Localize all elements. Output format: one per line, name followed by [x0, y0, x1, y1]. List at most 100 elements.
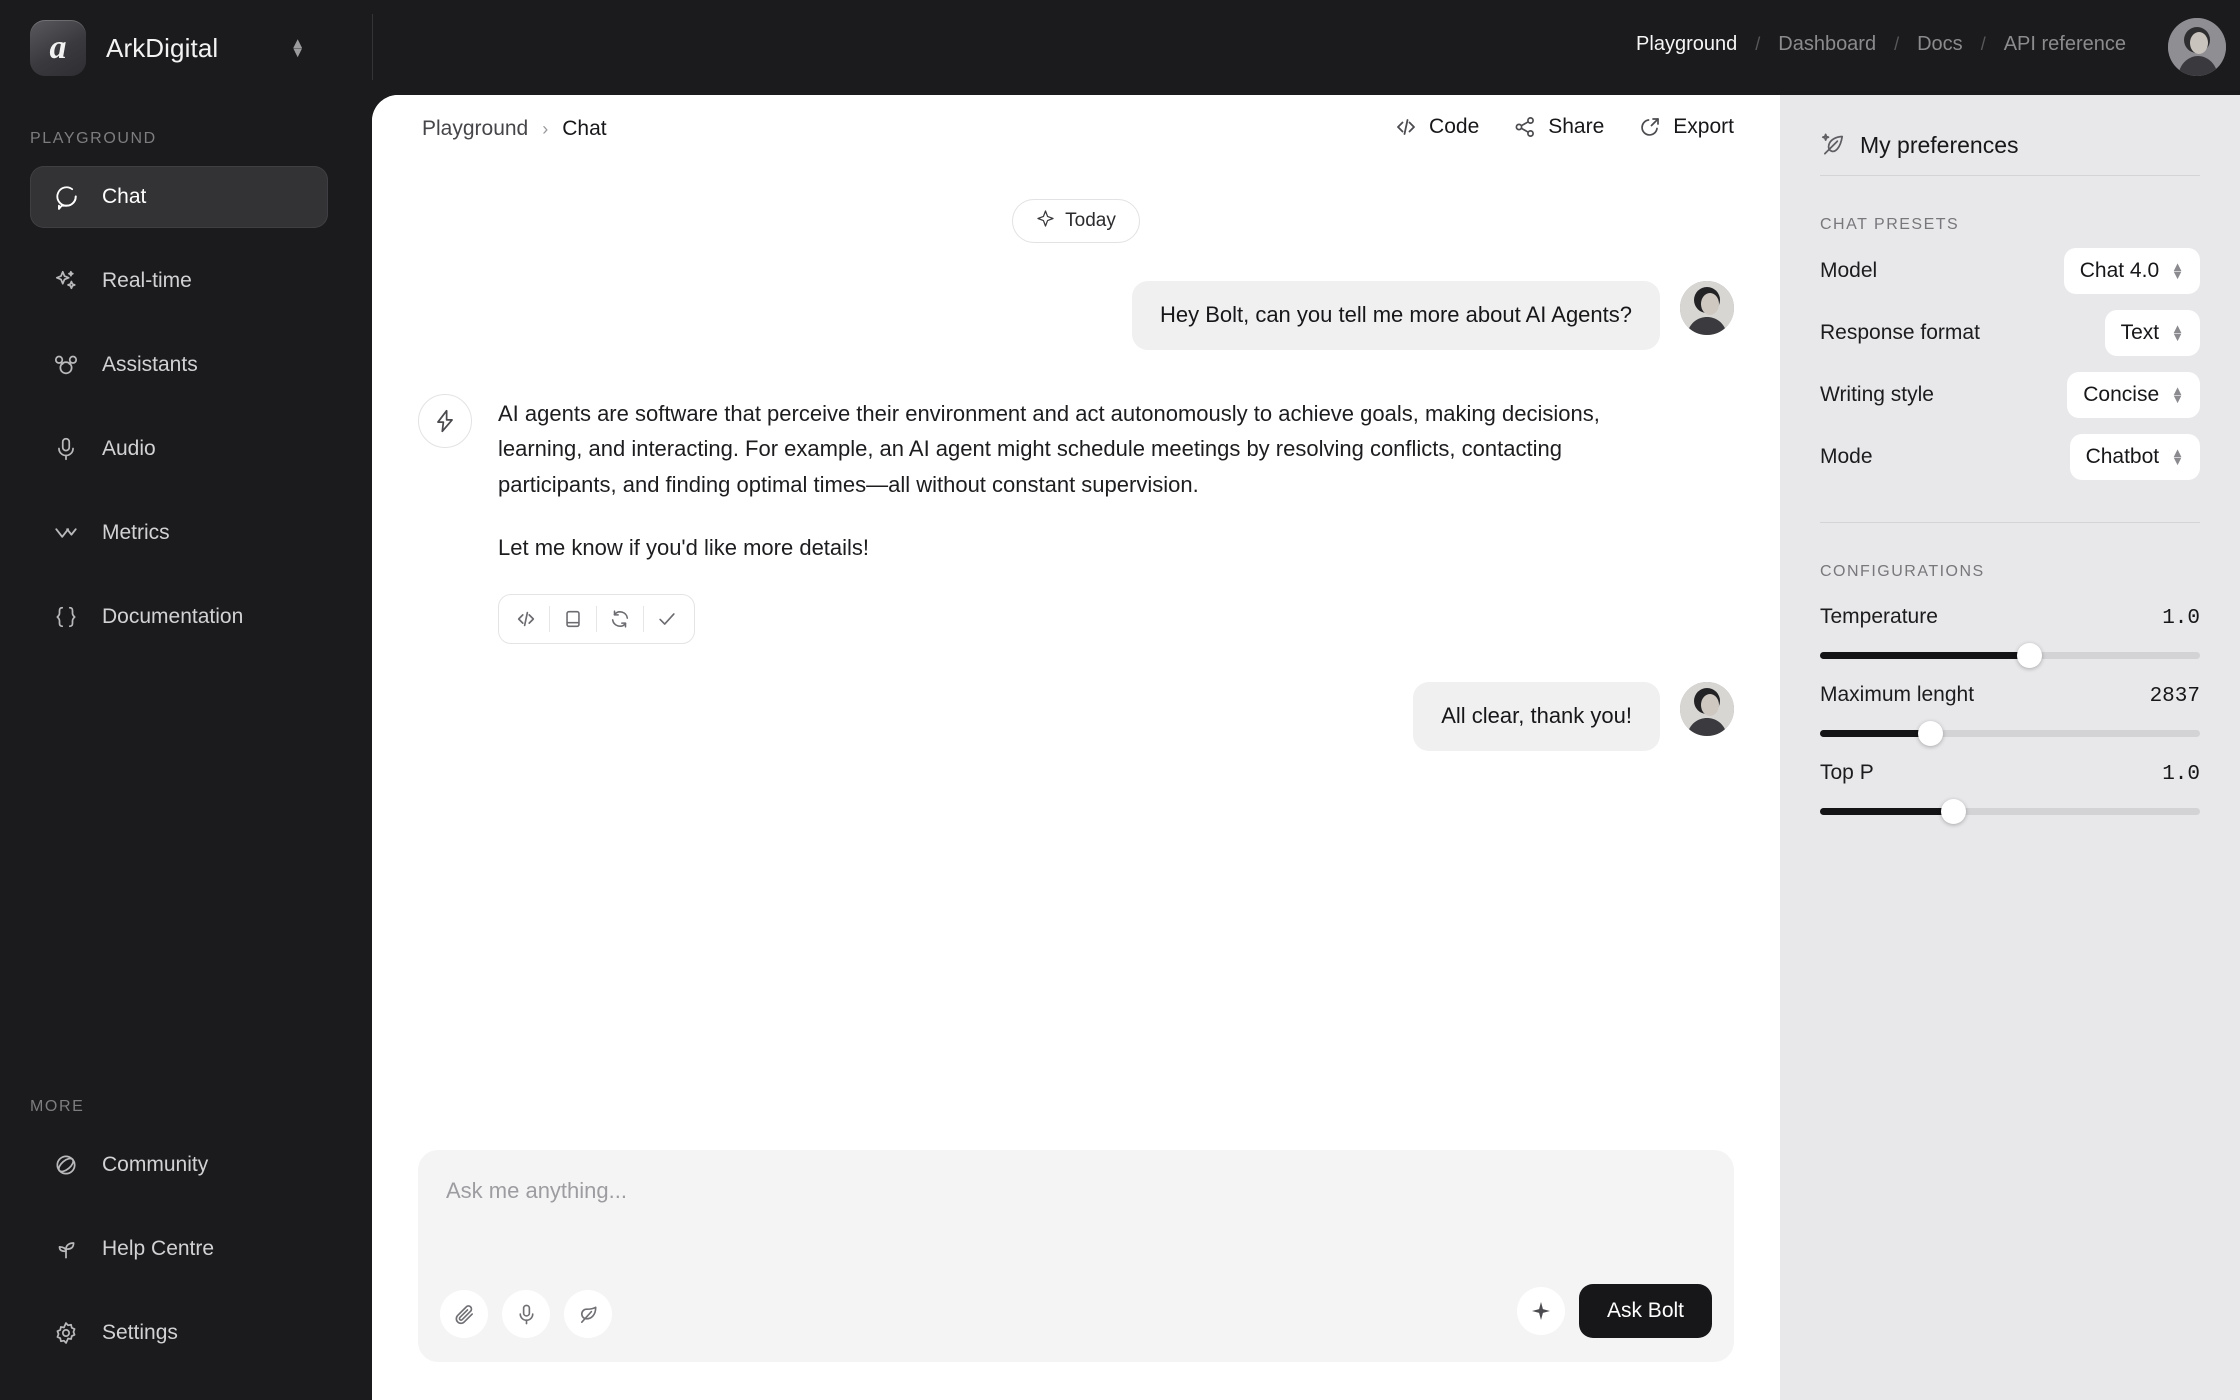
- sidebar-item-real-time[interactable]: Real-time: [30, 250, 328, 312]
- top-bar: a ArkDigital ▲ ▼ Playground / Dashboard /…: [0, 0, 2240, 96]
- preset-row-model: Model Chat 4.0 ▲ ▼: [1820, 240, 2200, 302]
- preset-label: Response format: [1820, 321, 1980, 344]
- sidebar-item-assistants[interactable]: Assistants: [30, 334, 328, 396]
- composer[interactable]: Ask me anything... Ask Bolt: [418, 1150, 1734, 1362]
- slider-knob[interactable]: [2017, 643, 2042, 668]
- chat-column: Playground › Chat Code Share Export Toda…: [372, 95, 1780, 1400]
- ask-bolt-button[interactable]: Ask Bolt: [1578, 1284, 1712, 1338]
- chevron-updown-icon[interactable]: ▲ ▼: [290, 35, 305, 60]
- slider-header: Temperature 1.0: [1820, 605, 2200, 630]
- model-select[interactable]: Chat 4.0 ▲ ▼: [2063, 248, 2200, 294]
- topbar-divider: [372, 14, 373, 80]
- breadcrumb-separator: ›: [542, 118, 549, 139]
- avatar[interactable]: [1680, 281, 1734, 335]
- assistant-paragraph-1: AI agents are software that perceive the…: [498, 400, 1600, 497]
- sidebar-item-audio[interactable]: Audio: [30, 418, 328, 480]
- regenerate-icon[interactable]: [597, 595, 643, 643]
- breadcrumb: Playground › Chat: [422, 117, 607, 141]
- top-nav: Playground / Dashboard / Docs / API refe…: [1618, 33, 2144, 56]
- composer-placeholder: Ask me anything...: [446, 1178, 627, 1203]
- divider: [1820, 175, 2200, 176]
- copy-icon[interactable]: [550, 595, 596, 643]
- day-divider-chip: Today: [1012, 199, 1140, 243]
- writing-style-select[interactable]: Concise ▲ ▼: [2067, 372, 2200, 418]
- sidebar-item-label: Settings: [102, 1321, 178, 1344]
- sidebar-item-chat[interactable]: Chat: [30, 166, 328, 228]
- chat-bubble-icon: [52, 183, 80, 211]
- export-button[interactable]: Export: [1638, 115, 1734, 139]
- sidebar-item-label: Assistants: [102, 353, 198, 376]
- mode-value: Chatbot: [2085, 445, 2160, 468]
- sidebar: PLAYGROUND Chat Real-time Assistants Aud…: [0, 96, 372, 1400]
- top-nav-docs[interactable]: Docs: [1899, 33, 1981, 56]
- slider-knob[interactable]: [1941, 799, 1966, 824]
- chevron-updown-icon: ▲ ▼: [2171, 445, 2184, 468]
- attachment-icon[interactable]: [440, 1290, 488, 1338]
- breadcrumb-current: Chat: [562, 117, 607, 140]
- sidebar-item-label: Documentation: [102, 605, 244, 628]
- slider-track[interactable]: [1820, 799, 2200, 824]
- chevron-updown-icon: ▲ ▼: [2171, 383, 2184, 406]
- check-icon[interactable]: [644, 595, 690, 643]
- preset-row-writing-style: Writing style Concise ▲ ▼: [1820, 364, 2200, 426]
- breadcrumb-parent[interactable]: Playground: [422, 117, 528, 141]
- gear-icon: [52, 1319, 80, 1347]
- code-button[interactable]: Code: [1394, 115, 1479, 139]
- export-arrow-icon: [1638, 115, 1662, 139]
- assistants-icon: [52, 351, 80, 379]
- top-nav-api-reference[interactable]: API reference: [1986, 33, 2144, 56]
- microphone-icon[interactable]: [502, 1290, 550, 1338]
- sidebar-item-label: Help Centre: [102, 1237, 215, 1260]
- composer-tools: [440, 1290, 612, 1338]
- mode-select[interactable]: Chatbot ▲ ▼: [2069, 434, 2200, 480]
- top-nav-dashboard[interactable]: Dashboard: [1760, 33, 1894, 56]
- main-panel: Playground › Chat Code Share Export Toda…: [372, 95, 2240, 1400]
- sidebar-item-help-centre[interactable]: Help Centre: [30, 1218, 328, 1280]
- chevron-updown-icon: ▲ ▼: [2171, 259, 2184, 282]
- model-select-value: Chat 4.0: [2079, 259, 2160, 282]
- code-icon[interactable]: [503, 595, 549, 643]
- avatar[interactable]: [2168, 18, 2226, 76]
- slider-track[interactable]: [1820, 643, 2200, 668]
- day-label: Today: [1065, 210, 1116, 231]
- message-actions-toolbar: [498, 594, 695, 645]
- slider-fill: [1820, 652, 2029, 659]
- sidebar-item-documentation[interactable]: Documentation: [30, 586, 328, 648]
- assistant-message-row: AI agents are software that perceive the…: [418, 393, 1734, 645]
- sparkle-icon[interactable]: [1516, 1287, 1565, 1335]
- share-button[interactable]: Share: [1513, 115, 1604, 139]
- divider: [1820, 522, 2200, 523]
- slider-value: 1.0: [2162, 763, 2200, 786]
- slider-temperature: Temperature 1.0: [1820, 605, 2200, 668]
- share-nodes-icon: [1513, 115, 1537, 139]
- brand-logo-icon: a: [30, 20, 86, 76]
- bolt-avatar-icon: [418, 393, 472, 448]
- code-icon: [1394, 115, 1418, 139]
- globe-orbit-icon: [52, 1151, 80, 1179]
- response-format-select[interactable]: Text ▲ ▼: [2104, 310, 2200, 356]
- sidebar-item-community[interactable]: Community: [30, 1134, 328, 1196]
- avatar[interactable]: [1680, 682, 1734, 737]
- slider-maximum-length: Maximum lenght 2837: [1820, 683, 2200, 746]
- sidebar-item-settings[interactable]: Settings: [30, 1302, 328, 1364]
- top-nav-playground[interactable]: Playground: [1618, 33, 1755, 56]
- slider-fill: [1820, 808, 1953, 815]
- response-format-value: Text: [2120, 321, 2160, 344]
- header-actions: Code Share Export: [1394, 115, 1734, 139]
- slider-knob[interactable]: [1918, 721, 1944, 746]
- leaf-icon[interactable]: [564, 1290, 612, 1338]
- slider-header: Maximum lenght 2837: [1820, 683, 2200, 708]
- preferences-title-label: My preferences: [1860, 131, 2019, 158]
- sidebar-section-playground: PLAYGROUND: [30, 130, 157, 147]
- sidebar-item-label: Real-time: [102, 269, 192, 292]
- slider-track[interactable]: [1820, 721, 2200, 746]
- sidebar-item-label: Metrics: [102, 521, 170, 544]
- sidebar-item-metrics[interactable]: Metrics: [30, 502, 328, 564]
- slider-fill: [1820, 730, 1931, 737]
- preset-label: Model: [1820, 259, 1878, 282]
- preset-row-response-format: Response format Text ▲ ▼: [1820, 302, 2200, 364]
- brand-switcher[interactable]: a ArkDigital ▲ ▼: [30, 20, 305, 76]
